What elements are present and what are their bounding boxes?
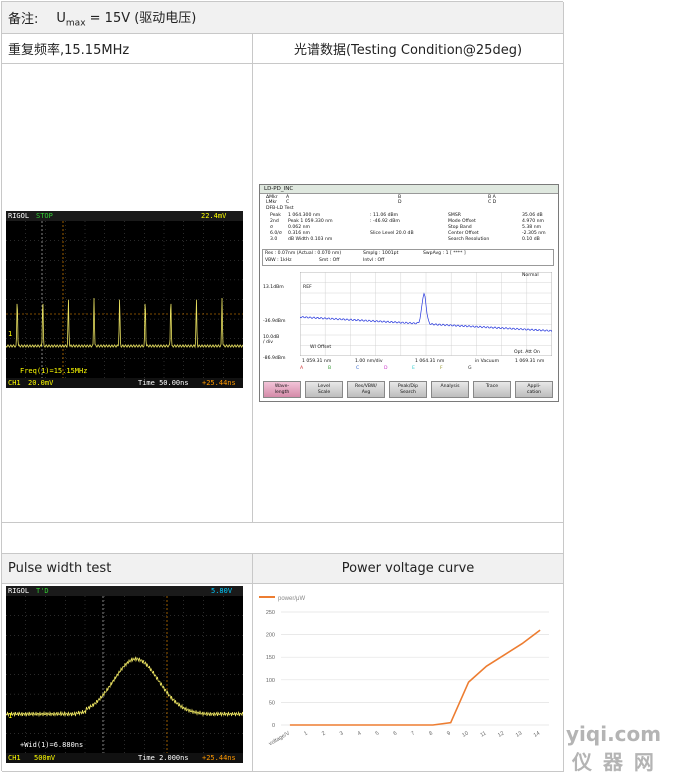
y-tick-label: 50 <box>269 700 275 706</box>
osa-softkey[interactable]: Level Scale <box>305 381 343 398</box>
x-tick-label: 2 <box>321 731 327 738</box>
power-curve-header: Power voltage curve <box>253 554 564 584</box>
osa-result-cell: 0.316 nm <box>288 231 310 236</box>
x-tick-label: 3 <box>339 731 345 738</box>
osa-result-cell: dB Width 0.103 nm <box>288 237 333 242</box>
svg-text:1: 1 <box>8 330 12 338</box>
optical-spectrum-analyzer-screenshot: LD-PD_INC ΔMkr LMkr A C B D B A C D DFB-… <box>259 184 559 402</box>
watermark-url: yiqi.com <box>566 722 662 746</box>
osa-softkey[interactable]: Appli-cation <box>515 381 553 398</box>
scope2-top-bar: RIGOL T'D 5.80V <box>6 586 243 596</box>
note-cell: 备注: Umax = 15V (驱动电压) <box>2 2 564 34</box>
osa-result-cell: Peak 1 059.330 nm <box>288 219 333 224</box>
osa-softkey[interactable]: Wave-length <box>263 381 301 398</box>
scope-trigger-level: 22.4mV <box>201 212 227 220</box>
svg-text:1: 1 <box>8 712 12 720</box>
osa-result-cell: 35.06 dB <box>522 213 543 218</box>
rep-rate-header: 重复频率,15.15MHz <box>2 34 253 64</box>
x-tick-label: 4 <box>357 731 363 738</box>
osa-result-cell: 6.0/σ <box>270 231 282 236</box>
osa-trace-letter: A <box>300 366 304 371</box>
osa-trace-letter: F <box>440 366 443 371</box>
osa-trace-letter: G <box>468 366 472 371</box>
scope2-bottom-bar: CH1 500mV Time 2.000ns +25.44ns <box>6 753 243 763</box>
x-tick-label: 14 <box>533 731 541 739</box>
osa-result-cell: Mode Offset <box>448 219 476 224</box>
legend-label: power/μW <box>278 596 305 602</box>
osa-result-cell: 4.970 nm <box>522 219 544 224</box>
note-formula: Umax = 15V (驱动电压) <box>56 10 197 29</box>
scope-state: STOP <box>36 212 53 220</box>
osa-softkey[interactable]: Res/VBW/Avg <box>347 381 385 398</box>
scope2-measurement: +Wid(1)=6.880ns <box>20 741 84 749</box>
osa-result-cell: σ <box>270 225 273 230</box>
y-tick-label: 100 <box>266 678 275 684</box>
scope-top-bar: RIGOL STOP 22.4mV <box>6 211 243 221</box>
scope2-screen: 1 <box>6 596 243 753</box>
osa-softkey[interactable]: Trace <box>473 381 511 398</box>
osa-result-cell: : 11.06 dBm <box>370 213 399 218</box>
osa-result-cell: 5.38 nm <box>522 225 542 230</box>
osa-result-cell: Center Offset <box>448 231 479 236</box>
osa-result-cell: SMSR <box>448 213 461 218</box>
osa-title-bar: LD-PD_INC <box>260 185 558 194</box>
osa-result-cell: : -46.92 dBm <box>370 219 400 224</box>
osa-result-cell: -2.305 nm <box>522 231 546 236</box>
osa-result-cell: Stop Band <box>448 225 472 230</box>
y-tick-label: 150 <box>266 655 275 661</box>
scope-measurement: Freq(1)=15.15MHz <box>20 367 88 375</box>
osa-result-cell: Slice Level 20.0 dB <box>370 231 414 236</box>
x-tick-label: 12 <box>497 731 505 739</box>
oscilloscope-pulse-width-screenshot: RIGOL T'D 5.80V 1 +Wid(1)=6.880ns CH1 50… <box>6 586 243 763</box>
scope-bottom-bar: CH1 20.0mV Time 50.00ns +25.44ns <box>6 378 243 388</box>
osa-result-cell: Search Resolution <box>448 237 490 242</box>
scope2-trace <box>6 656 243 718</box>
osa-spectrum-plot <box>300 272 552 356</box>
x-tick-label: 6 <box>392 731 398 738</box>
scope1-screen: 1 <box>6 221 243 378</box>
osa-result-cell: 3.0 <box>270 237 278 242</box>
y-tick-label: 250 <box>266 610 275 616</box>
x-tick-label: 5 <box>375 731 381 738</box>
osa-trace-letter: D <box>384 366 388 371</box>
x-tick-label: 8 <box>428 731 434 738</box>
x-tick-label: 10 <box>461 731 469 739</box>
spectrum-header: 光谱数据(Testing Condition@25deg) <box>253 34 564 64</box>
pulse-width-header: Pulse width test <box>2 554 253 584</box>
x-tick-label: 11 <box>480 731 488 739</box>
power-series-line <box>289 629 541 726</box>
osa-trace-letter: B <box>328 366 332 371</box>
y-tick-label: 200 <box>266 633 275 639</box>
osa-softkey[interactable]: Peak/Dip Search <box>389 381 427 398</box>
osa-result-cell: 0.062 nm <box>288 225 310 230</box>
osa-result-cell: 1 064.300 nm <box>288 213 321 218</box>
x-tick-label: voltage/V <box>268 730 291 747</box>
osa-result-cell: Peak <box>270 213 281 218</box>
spacer-row <box>2 523 564 554</box>
x-tick-label: 7 <box>410 731 416 738</box>
note-label: 备注: <box>8 12 39 27</box>
power-voltage-chart: power/μW050100150200250voltage/V 1 2 3 4 5 6 7 8… <box>259 596 549 747</box>
osa-result-cell: 2nd <box>270 219 279 224</box>
osa-trace-letter: E <box>412 366 415 371</box>
scope-brand: RIGOL <box>8 212 30 220</box>
osa-result-cell: 0.10 dB <box>522 237 540 242</box>
x-tick-label: 13 <box>515 731 523 739</box>
x-tick-label: 1 <box>303 731 309 738</box>
y-tick-label: 0 <box>272 723 275 729</box>
osa-softkey[interactable]: Analysis <box>431 381 469 398</box>
x-tick-label: 9 <box>446 731 452 738</box>
oscilloscope-frequency-screenshot: RIGOL STOP 22.4mV 1 Freq(1)=15.15MHz CH1… <box>6 211 243 388</box>
osa-trace-letter: C <box>356 366 360 371</box>
osa-settings-box: Res : 0.07nm (Actual : 0.070 nm) Smplg :… <box>262 249 554 266</box>
